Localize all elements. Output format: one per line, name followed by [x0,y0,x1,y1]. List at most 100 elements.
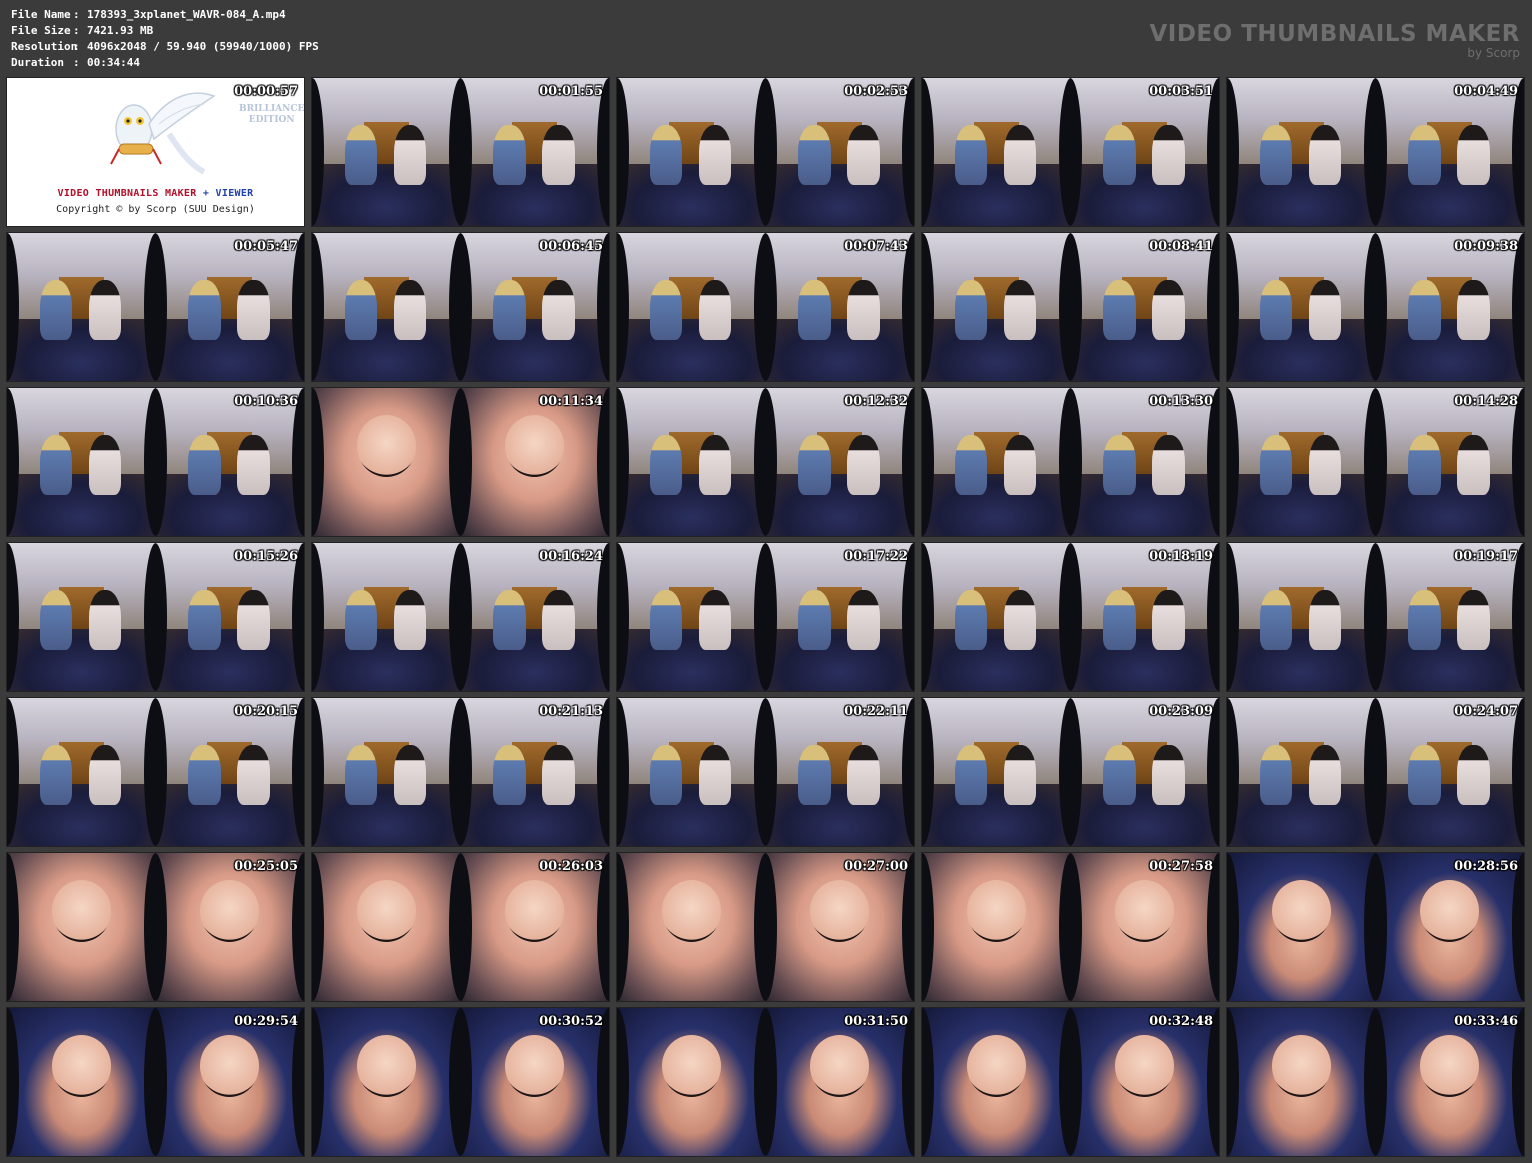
vr-eye-left [922,543,1071,691]
room-floor [155,318,304,381]
thumbnail[interactable]: 00:28:56 [1226,852,1525,1002]
brand-watermark: VIDEO THUMBNAILS MAKER by Scorp [1149,21,1520,59]
info-value: 4096x2048 / 59.940 (59940/1000) FPS [87,40,319,53]
thumbnail[interactable]: 00:14:28 [1226,387,1525,537]
face [661,1034,721,1097]
room-floor [922,318,1071,381]
vr-eye-left [7,698,156,846]
room-floor [460,783,609,846]
info-value: 178393_3xplanet_WAVR-084_A.mp4 [87,8,286,21]
info-key: Duration [11,56,64,69]
thumbnail[interactable]: 00:05:47 [6,232,305,382]
thumbnail[interactable]: 00:30:52 [311,1007,610,1157]
thumbnail[interactable]: 00:12:32 [616,387,915,537]
thumbnail[interactable]: 00:17:22 [616,542,915,692]
vr-eye-right [1070,1008,1219,1156]
room-floor [1375,318,1524,381]
vr-eye-left [617,233,766,381]
thumbnail[interactable]: 00:01:55 [311,77,610,227]
thumbnail-timestamp: 00:14:28 [1454,394,1518,409]
figure [39,435,73,495]
thumbnail[interactable]: 00:33:46 [1226,1007,1525,1157]
figure [39,745,73,805]
figure [1308,745,1342,805]
thumbnail[interactable]: 00:03:51 [921,77,1220,227]
vr-eye-right [1375,388,1524,536]
figure [1103,435,1136,495]
figure [344,280,378,340]
figure [1103,280,1136,340]
thumbnail[interactable]: 00:22:11 [616,697,915,847]
room-floor [460,163,609,226]
room-floor [155,473,304,536]
thumbnail[interactable]: 00:10:36 [6,387,305,537]
thumbnail[interactable]: 00:26:03 [311,852,610,1002]
thumbnail[interactable]: 00:16:24 [311,542,610,692]
thumbnail[interactable]: 00:27:58 [921,852,1220,1002]
thumbnail[interactable]: 00:15:26 [6,542,305,692]
face [356,879,416,942]
figure [1457,280,1490,340]
thumbnail[interactable]: 00:11:34 [311,387,610,537]
thumbnail[interactable]: 00:18:19 [921,542,1220,692]
figure [88,435,122,495]
thumbnail[interactable]: 00:04:49 [1226,77,1525,227]
vr-eye-right [1375,1008,1524,1156]
vr-eye-left [7,853,156,1001]
vr-eye-left [7,233,156,381]
thumbnail[interactable]: 00:08:41 [921,232,1220,382]
thumbnail-timestamp: 00:27:00 [844,859,908,874]
thumbnail-grid: BRILLIANCE EDITION VIDEO THUMBNAILS MAKE… [6,77,1525,1157]
figure [393,745,427,805]
room-floor [617,318,766,381]
thumbnail[interactable]: 00:19:17 [1226,542,1525,692]
thumbnail[interactable]: 00:09:38 [1226,232,1525,382]
thumbnail[interactable]: 00:20:15 [6,697,305,847]
vr-eye-right [460,233,609,381]
figure [954,125,988,185]
vr-eye-right [765,78,914,226]
figure [237,435,270,495]
figure [1003,590,1037,650]
thumbnail[interactable]: 00:27:00 [616,852,915,1002]
thumbnail[interactable]: 00:24:07 [1226,697,1525,847]
room-floor [1375,163,1524,226]
vr-eye-right [1375,698,1524,846]
thumbnail[interactable]: 00:13:30 [921,387,1220,537]
figure [1408,435,1441,495]
figure [1152,280,1185,340]
thumbnail-timestamp: 00:11:34 [539,394,603,409]
figure [649,745,683,805]
vr-eye-right [765,853,914,1001]
thumbnail-timestamp: 00:32:48 [1149,1014,1213,1029]
thumbnail[interactable]: 00:07:43 [616,232,915,382]
face [1271,1034,1331,1097]
vr-eye-right [155,543,304,691]
logo-tile[interactable]: BRILLIANCE EDITION VIDEO THUMBNAILS MAKE… [6,77,305,227]
vr-eye-right [1070,233,1219,381]
thumbnail-timestamp: 00:03:51 [1149,84,1213,99]
thumbnail[interactable]: 00:02:53 [616,77,915,227]
vr-eye-left [312,78,461,226]
thumbnail-timestamp: 00:08:41 [1149,239,1213,254]
vr-eye-right [460,543,609,691]
thumbnail[interactable]: 00:32:48 [921,1007,1220,1157]
thumbnail-timestamp: 00:26:03 [539,859,603,874]
figure [1103,590,1136,650]
thumbnail[interactable]: 00:29:54 [6,1007,305,1157]
thumbnail-timestamp: 00:17:22 [844,549,908,564]
face [505,414,565,477]
figure [1259,280,1293,340]
figure [954,745,988,805]
figure [954,280,988,340]
thumbnail-timestamp: 00:30:52 [539,1014,603,1029]
figure [542,280,575,340]
thumbnail[interactable]: 00:25:05 [6,852,305,1002]
thumbnail[interactable]: 00:06:45 [311,232,610,382]
vr-eye-left [617,388,766,536]
thumbnail[interactable]: 00:31:50 [616,1007,915,1157]
face [1420,1034,1480,1097]
thumbnail[interactable]: 00:23:09 [921,697,1220,847]
figure [493,590,526,650]
thumbnail[interactable]: 00:21:13 [311,697,610,847]
